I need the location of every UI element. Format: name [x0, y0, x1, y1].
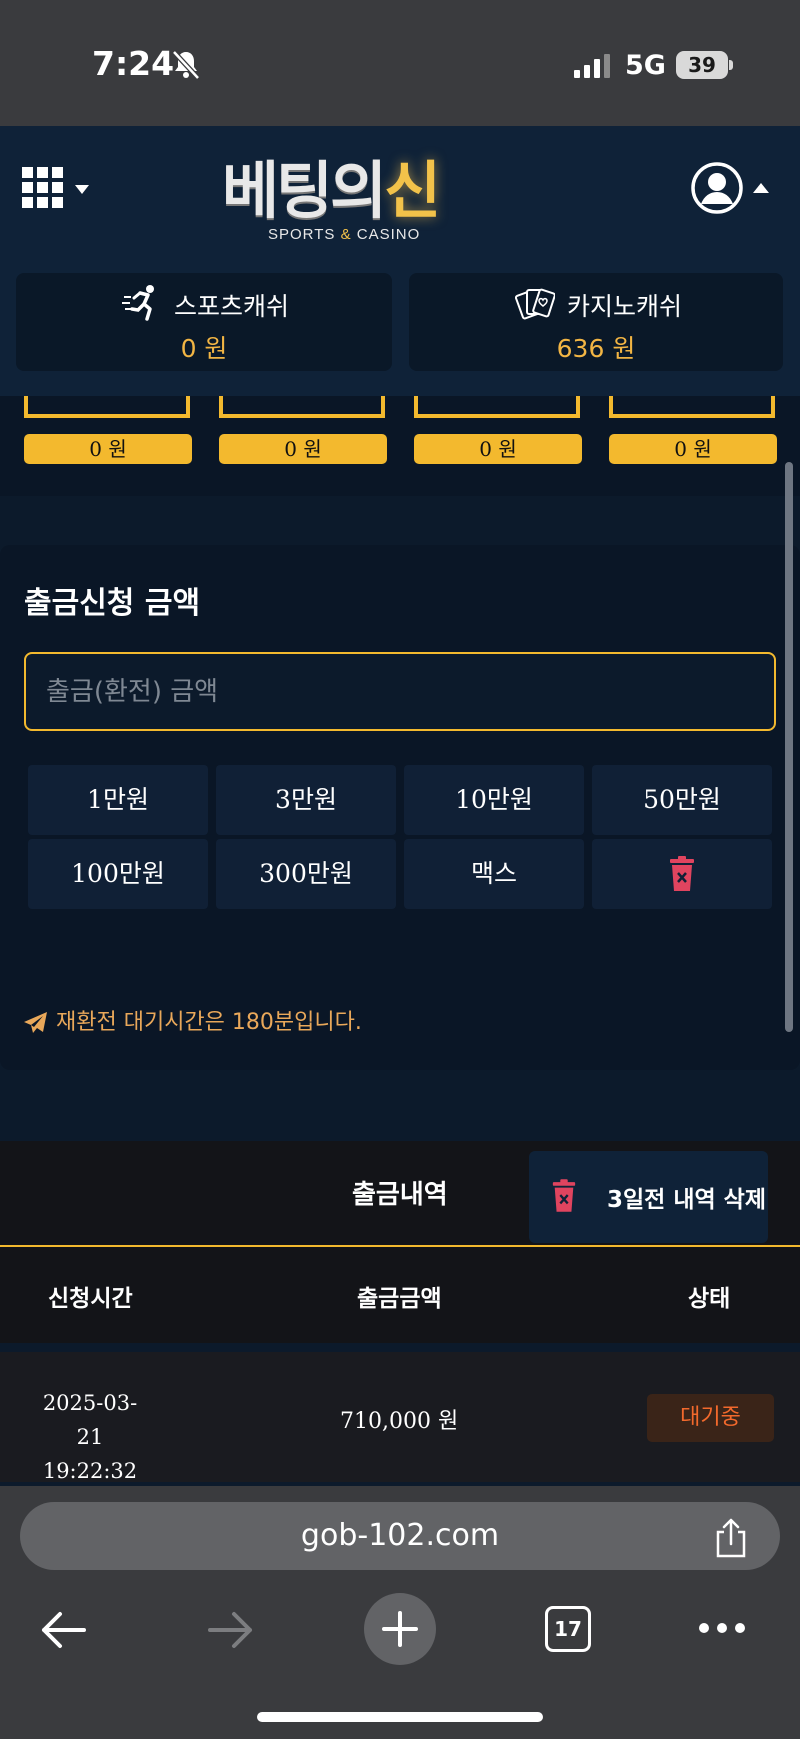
plus-icon [382, 1611, 418, 1647]
column-amount: 출금금액 [357, 1286, 442, 1312]
mini-card-frame [24, 396, 190, 418]
mini-card-frame [414, 396, 580, 418]
casino-cash-value: 636 원 [556, 334, 636, 363]
tabs-button[interactable]: 17 [545, 1606, 591, 1652]
amount-button-300[interactable]: 300만원 [216, 839, 396, 909]
delete-old-history-label: 3일전 내역 삭제 [607, 1187, 766, 1213]
row-date: 2025-03-21 [42, 1391, 138, 1449]
mini-card-value: 0 원 [219, 434, 387, 464]
cards-icon [515, 288, 555, 320]
logo-sub-amp: & [340, 226, 352, 243]
mini-card-frame [609, 396, 775, 418]
clear-amount-button[interactable] [592, 839, 772, 909]
mini-card-value: 0 원 [609, 434, 777, 464]
sports-cash-label: 스포츠캐쉬 [174, 292, 290, 321]
scrollbar[interactable] [785, 462, 793, 1032]
bell-muted-icon [172, 50, 200, 80]
back-arrow-icon[interactable] [40, 1610, 86, 1650]
status-time: 7:24 [92, 44, 175, 83]
forward-arrow-icon[interactable] [208, 1610, 254, 1650]
casino-cash-label: 카지노캐쉬 [567, 292, 683, 321]
amount-button-max[interactable]: 맥스 [404, 839, 584, 909]
paper-plane-icon [24, 1012, 47, 1033]
row-amount: 710,000 원 [340, 1409, 459, 1434]
logo-title-a: 베팅의 [222, 154, 387, 227]
trash-icon [552, 1179, 576, 1212]
amount-button-100[interactable]: 100만원 [28, 839, 208, 909]
delete-old-history-button[interactable]: 3일전 내역 삭제 [529, 1151, 768, 1243]
site-logo[interactable]: 베팅의신 SPORTS & CASINO [222, 140, 492, 250]
amount-button-10[interactable]: 10만원 [404, 765, 584, 835]
wait-time-text: 재환전 대기시간은 180분입니다. [56, 1010, 362, 1035]
wait-time-notice: 재환전 대기시간은 180분입니다. [24, 1004, 362, 1036]
home-indicator [257, 1712, 543, 1722]
network-type: 5G [625, 50, 666, 81]
new-tab-button[interactable] [364, 1593, 436, 1665]
battery-icon: 39 [676, 51, 728, 79]
url-bar[interactable]: gob-102.com [20, 1502, 780, 1570]
chevron-down-icon[interactable] [75, 185, 89, 194]
battery-tip [729, 60, 733, 70]
column-request-time: 신청시간 [48, 1286, 133, 1312]
more-icon[interactable] [698, 1622, 746, 1634]
mini-card-value: 0 원 [24, 434, 192, 464]
amount-button-3[interactable]: 3만원 [216, 765, 396, 835]
row-time: 19:22:32 [42, 1459, 138, 1483]
casino-cash-card: 카지노캐쉬 636 원 [409, 273, 783, 371]
withdraw-title: 출금신청 금액 [24, 586, 201, 621]
chevron-up-icon[interactable] [753, 183, 769, 193]
row-request-time: 2025-03-21 19:22:32 [30, 1386, 150, 1488]
url-text: gob-102.com [300, 1518, 500, 1553]
grid-menu-icon[interactable] [22, 167, 64, 209]
sports-cash-card: 스포츠캐쉬 0 원 [16, 273, 392, 371]
logo-sub-b: CASINO [351, 226, 421, 243]
logo-subtitle: SPORTS & CASINO [268, 226, 420, 243]
running-icon [122, 285, 154, 321]
trash-icon [670, 856, 694, 891]
mini-card-frame [219, 396, 385, 418]
sports-cash-value: 0 원 [180, 334, 228, 363]
mini-card-value: 0 원 [414, 434, 582, 464]
withdraw-amount-input[interactable] [24, 652, 776, 731]
share-icon[interactable] [712, 1518, 750, 1558]
user-icon[interactable] [690, 161, 744, 215]
logo-title: 베팅의신 [222, 140, 441, 230]
amount-button-1[interactable]: 1만원 [28, 765, 208, 835]
logo-sub-a: SPORTS [268, 226, 341, 243]
column-status: 상태 [688, 1286, 731, 1312]
status-badge: 대기중 [647, 1394, 774, 1442]
logo-title-b: 신 [384, 154, 441, 227]
amount-button-50[interactable]: 50만원 [592, 765, 772, 835]
history-title: 출금내역 [352, 1180, 448, 1210]
cell-signal-icon [574, 54, 610, 78]
